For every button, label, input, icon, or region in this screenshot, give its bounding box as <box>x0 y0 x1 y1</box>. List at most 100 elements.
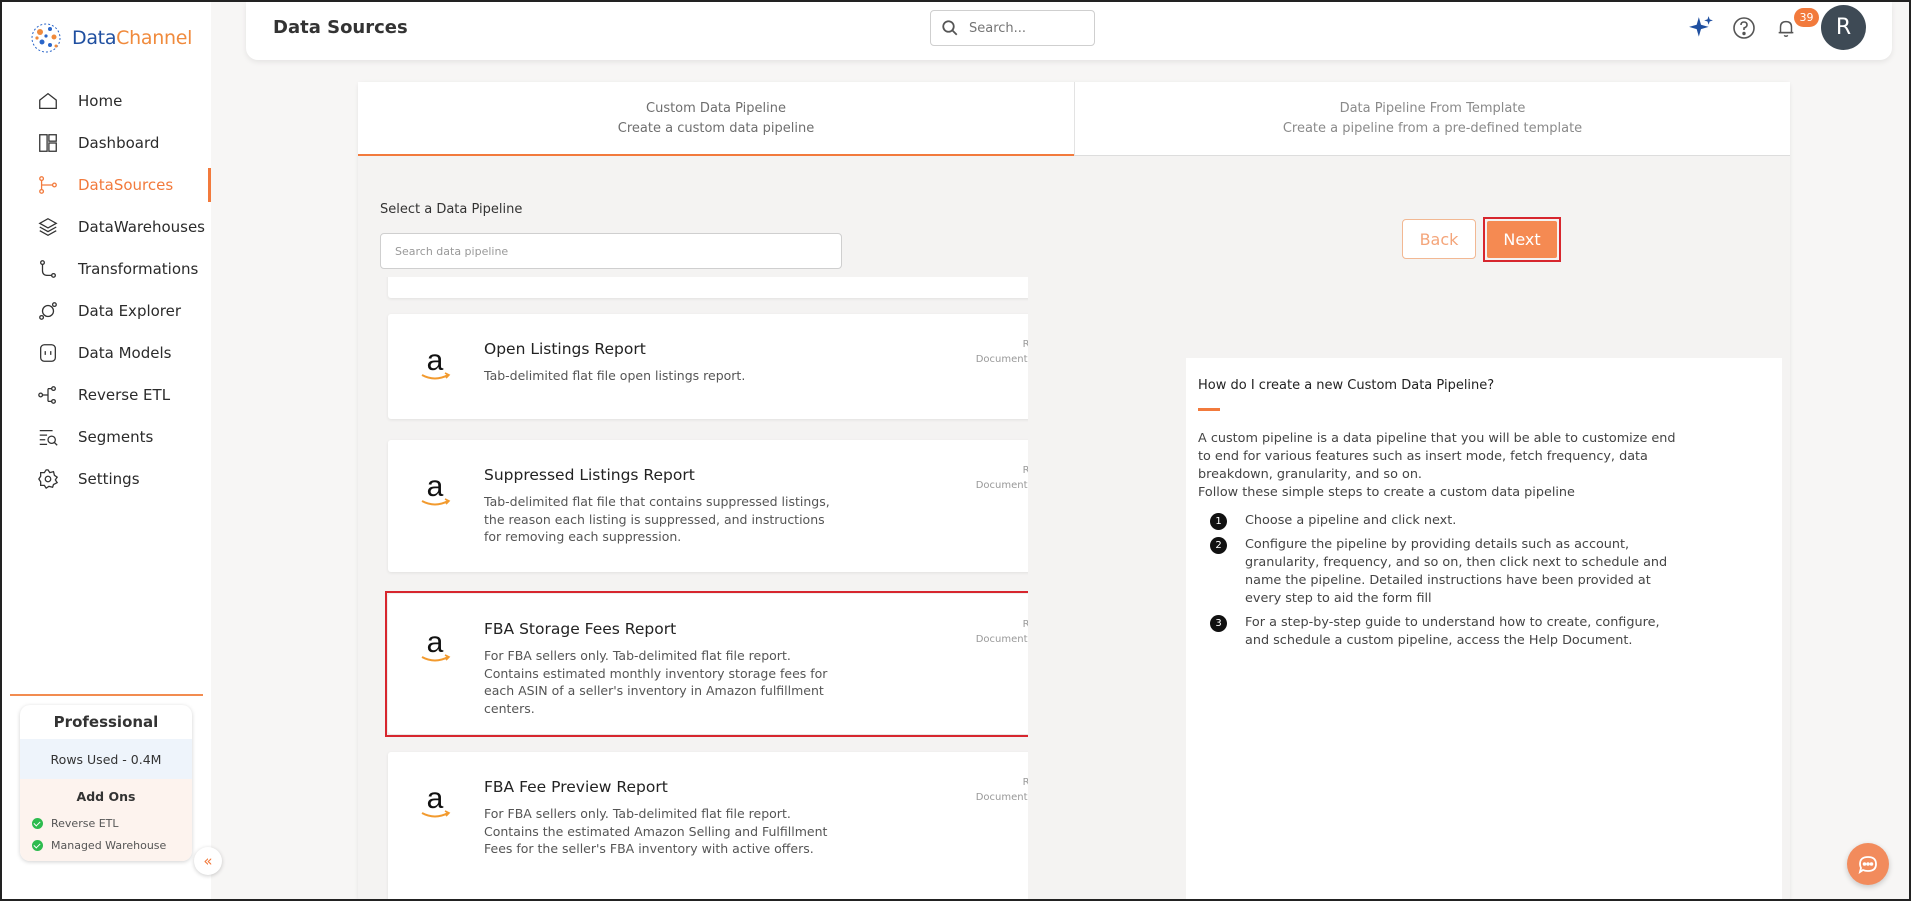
models-icon <box>36 341 60 365</box>
pipeline-title: Suppressed Listings Report <box>484 466 695 484</box>
search-input[interactable] <box>969 20 1089 36</box>
top-header: Data Sources 39 R <box>246 2 1892 60</box>
sidebar-item-label: Dashboard <box>78 134 160 152</box>
tab-pipeline-from-template[interactable]: Data Pipeline From Template Create a pip… <box>1074 82 1790 155</box>
sidebar-item-data-explorer[interactable]: Data Explorer <box>2 290 211 332</box>
pipeline-card[interactable]: a Suppressed Listings Report Tab-delimit… <box>388 440 1028 572</box>
back-button[interactable]: Back <box>1402 219 1476 259</box>
select-pipeline-label: Select a Data Pipeline <box>380 202 523 217</box>
sidebar-item-home[interactable]: Home <box>2 80 211 122</box>
datachannel-logo-icon <box>31 23 61 53</box>
brand-name-part2: Channel <box>116 27 193 49</box>
check-circle-icon <box>32 839 43 851</box>
pipeline-description: Tab-delimited flat file open listings re… <box>484 368 746 383</box>
brand-name: DataChannel <box>72 27 192 49</box>
help-icon[interactable] <box>1731 15 1757 41</box>
report-documentation-link[interactable]: Report Documentation <box>976 337 1028 352</box>
addon-label: Managed Warehouse <box>51 838 167 852</box>
home-icon <box>36 89 60 113</box>
pipeline-card[interactable]: a FBA Fee Preview Report For FBA sellers… <box>388 752 1028 901</box>
step-text: Choose a pipeline and click next. <box>1245 513 1457 528</box>
user-avatar[interactable]: R <box>1821 5 1866 50</box>
plan-card: Professional Rows Used - 0.4M Add Ons Re… <box>20 705 192 861</box>
help-step: 3 For a step-by-step guide to understand… <box>1210 614 1680 650</box>
documentation-details-link[interactable]: Documentation Details (Source) <box>976 790 1028 805</box>
help-panel: How do I create a new Custom Data Pipeli… <box>1186 358 1782 901</box>
sidebar-item-settings[interactable]: Settings <box>2 458 211 500</box>
svg-text:a: a <box>427 470 444 503</box>
step-text: Configure the pipeline by providing deta… <box>1245 537 1668 606</box>
plan-name: Professional <box>53 713 159 731</box>
next-button-highlight: Next <box>1483 217 1561 262</box>
brand-name-part1: Data <box>72 27 117 49</box>
pipeline-list: a Open Listings Report Tab-delimited fla… <box>380 277 1028 901</box>
report-documentation-link[interactable]: Report Documentation <box>976 463 1028 478</box>
sidebar-item-label: Settings <box>78 470 140 488</box>
pipeline-search-input[interactable] <box>380 233 842 269</box>
page-title: Data Sources <box>273 17 408 38</box>
addon-item: Reverse ETL <box>20 812 192 834</box>
pipeline-title: Open Listings Report <box>484 340 646 358</box>
documentation-details-link[interactable]: Documentation Details (Source) <box>976 478 1028 493</box>
tab-title: Custom Data Pipeline <box>646 100 786 116</box>
pipeline-card[interactable]: a Open Listings Report Tab-delimited fla… <box>388 314 1028 419</box>
transform-icon <box>36 257 60 281</box>
segments-icon <box>36 425 60 449</box>
documentation-details-link[interactable]: Documentation Details (Source) <box>976 352 1028 367</box>
step-text: For a step-by-step guide to understand h… <box>1245 615 1660 648</box>
documentation-details-link[interactable]: Documentation Details (Source) <box>976 632 1028 647</box>
global-search[interactable] <box>930 10 1095 46</box>
sidebar: DataChannel Home Dashboard DataSources D… <box>2 2 211 899</box>
chat-bubble-icon <box>1858 856 1877 875</box>
pipeline-doc-links: Report Documentation Documentation Detai… <box>976 775 1028 805</box>
sidebar-item-label: Reverse ETL <box>78 386 171 404</box>
sidebar-item-label: Home <box>78 92 123 110</box>
help-intro-text: A custom pipeline is a data pipeline tha… <box>1198 431 1676 482</box>
help-step: 2 Configure the pipeline by providing de… <box>1210 536 1680 608</box>
sidebar-item-label: DataWarehouses <box>78 218 205 236</box>
tab-subtitle: Create a pipeline from a pre-defined tem… <box>1282 120 1583 136</box>
sidebar-item-reverse-etl[interactable]: Reverse ETL <box>2 374 211 416</box>
sidebar-item-transformations[interactable]: Transformations <box>2 248 211 290</box>
sparkle-icon[interactable] <box>1688 15 1714 41</box>
step-number: 1 <box>1210 513 1227 530</box>
addon-label: Reverse ETL <box>51 816 119 830</box>
report-documentation-link[interactable]: Report Documentation <box>976 617 1028 632</box>
sidebar-divider <box>10 694 203 696</box>
report-documentation-link[interactable]: Report Documentation <box>976 775 1028 790</box>
brand-logo[interactable]: DataChannel <box>28 20 192 56</box>
dashboard-icon <box>36 131 60 155</box>
tab-title: Data Pipeline From Template <box>1339 100 1526 116</box>
next-button[interactable]: Next <box>1487 221 1557 258</box>
step-number: 2 <box>1210 537 1227 554</box>
sidebar-item-label: Segments <box>78 428 154 446</box>
collapse-sidebar-button[interactable]: « <box>194 847 222 875</box>
sidebar-item-segments[interactable]: Segments <box>2 416 211 458</box>
sidebar-item-datawarehouses[interactable]: DataWarehouses <box>2 206 211 248</box>
sidebar-item-label: Transformations <box>78 260 199 278</box>
sidebar-item-data-models[interactable]: Data Models <box>2 332 211 374</box>
tab-subtitle: Create a custom data pipeline <box>617 120 815 136</box>
help-steps: 1 Choose a pipeline and click next. 2 Co… <box>1210 512 1680 656</box>
rows-used: Rows Used - 0.4M <box>20 739 192 779</box>
addons-title: Add Ons <box>76 789 136 804</box>
svg-text:a: a <box>427 344 444 377</box>
amazon-logo-icon: a <box>421 626 451 662</box>
pipeline-card-partial[interactable] <box>388 277 1028 298</box>
sidebar-nav: Home Dashboard DataSources DataWarehouse… <box>2 80 211 500</box>
help-step: 1 Choose a pipeline and click next. <box>1210 512 1680 530</box>
sidebar-item-dashboard[interactable]: Dashboard <box>2 122 211 164</box>
check-circle-icon <box>32 817 43 829</box>
sidebar-item-datasources[interactable]: DataSources <box>2 164 211 206</box>
amazon-logo-icon: a <box>421 344 451 380</box>
help-title-underline <box>1198 408 1220 411</box>
tab-custom-data-pipeline[interactable]: Custom Data Pipeline Create a custom dat… <box>358 82 1074 156</box>
sidebar-item-label: Data Explorer <box>78 302 182 320</box>
search-icon <box>942 20 958 36</box>
pipeline-title: FBA Storage Fees Report <box>484 620 677 638</box>
explorer-icon <box>36 299 60 323</box>
pipeline-doc-links: Report Documentation Documentation Detai… <box>976 337 1028 367</box>
pipeline-card-selected[interactable]: a FBA Storage Fees Report For FBA seller… <box>388 594 1028 734</box>
chat-support-button[interactable] <box>1847 843 1889 885</box>
help-intro-followup: Follow these simple steps to create a cu… <box>1198 485 1575 500</box>
